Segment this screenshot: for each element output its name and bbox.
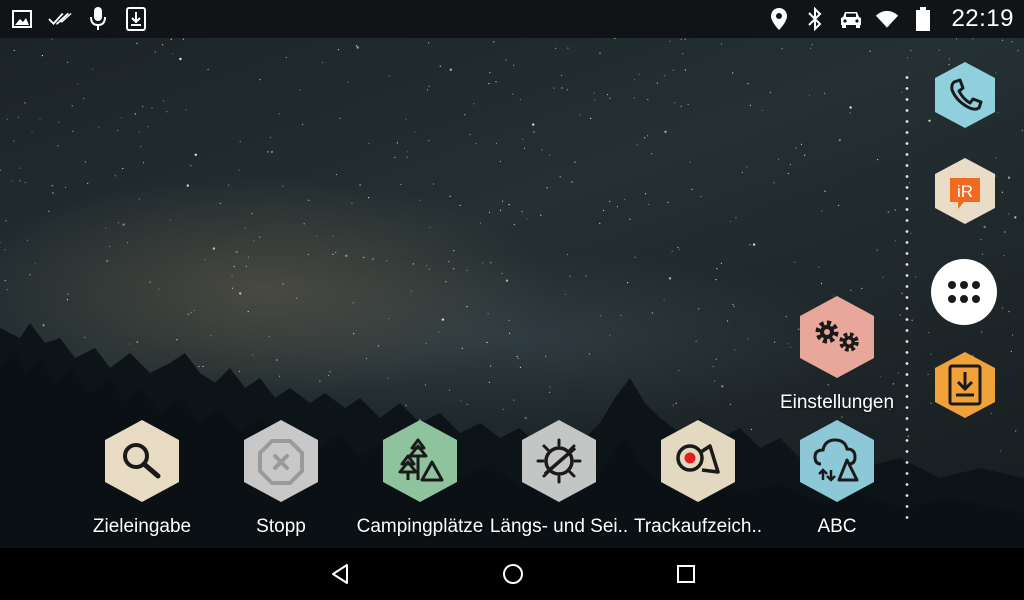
app-label: Einstellungen — [779, 392, 895, 413]
tilt-sensor-icon — [522, 420, 596, 502]
battery-icon — [911, 7, 935, 31]
app-abc[interactable]: ABC — [767, 418, 907, 548]
back-button[interactable] — [326, 560, 354, 588]
cloud-signal-icon — [800, 420, 874, 502]
app-campingplaetze[interactable]: Campingplätze — [350, 418, 490, 548]
ir-icon-text: iR — [957, 182, 973, 201]
bluetooth-icon — [803, 7, 827, 31]
search-icon — [105, 420, 179, 502]
gears-icon — [800, 296, 874, 378]
status-bar: 22:19 — [0, 0, 1024, 38]
track-record-icon — [661, 420, 735, 502]
app-trackaufzeich[interactable]: Trackaufzeich.. — [628, 418, 768, 548]
recents-icon — [677, 565, 695, 583]
wifi-icon — [875, 7, 899, 31]
app-einstellungen[interactable]: Einstellungen — [767, 294, 907, 424]
download-icon — [124, 7, 148, 31]
download-box-button[interactable] — [932, 350, 998, 420]
home-button[interactable] — [499, 560, 527, 588]
camping-icon — [383, 420, 457, 502]
app-label: Zieleingabe — [92, 516, 192, 537]
app-label: ABC — [817, 516, 857, 537]
app-label: Trackaufzeich.. — [633, 516, 763, 537]
back-icon — [332, 564, 348, 584]
app-label: Campingplätze — [356, 516, 484, 537]
phone-button[interactable] — [932, 60, 998, 130]
dock-divider — [905, 72, 909, 520]
app-label: Längs- und Sei.. — [489, 516, 629, 537]
navigation-bar — [0, 548, 1024, 600]
car-icon — [839, 7, 863, 31]
double-check-icon — [48, 7, 72, 31]
app-label: Stopp — [256, 516, 306, 537]
stop-icon — [244, 420, 318, 502]
microphone-icon — [86, 7, 110, 31]
recents-button[interactable] — [672, 560, 700, 588]
ir-button[interactable]: iR — [932, 156, 998, 226]
clock: 22:19 — [951, 5, 1014, 32]
location-pin-icon — [767, 7, 791, 31]
home-icon — [503, 564, 523, 584]
image-icon — [10, 7, 34, 31]
app-laengs-und-sei[interactable]: Längs- und Sei.. — [489, 418, 629, 548]
app-zieleingabe[interactable]: Zieleingabe — [72, 418, 212, 548]
app-stopp[interactable]: Stopp — [211, 418, 351, 548]
app-drawer-button[interactable] — [928, 256, 1000, 328]
